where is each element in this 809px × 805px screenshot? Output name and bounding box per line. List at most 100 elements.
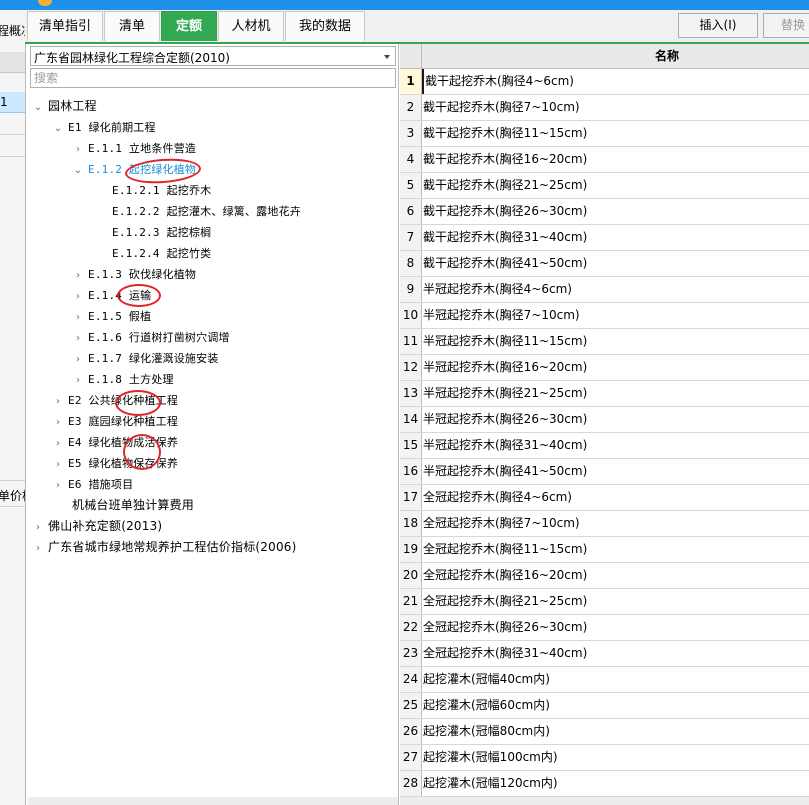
project-overview-label[interactable]: 程概况: [0, 22, 25, 39]
chevron-right-icon[interactable]: ›: [72, 328, 84, 349]
tree-node[interactable]: › E.1.6 行道树打凿树穴调增: [72, 327, 230, 348]
name-cell[interactable]: 半冠起挖乔木(胸径7~10cm): [423, 303, 580, 328]
name-cell[interactable]: 截干起挖乔木(胸径11~15cm): [423, 121, 587, 146]
table-row[interactable]: 23 全冠起挖乔木(胸径31~40cm): [400, 641, 809, 667]
chevron-right-icon[interactable]: ›: [72, 139, 84, 160]
row-number[interactable]: 11: [400, 329, 422, 354]
table-row[interactable]: 20 全冠起挖乔木(胸径16~20cm): [400, 563, 809, 589]
table-row[interactable]: 5 截干起挖乔木(胸径21~25cm): [400, 173, 809, 199]
chevron-right-icon[interactable]: ›: [72, 370, 84, 391]
horizontal-scrollbar[interactable]: [28, 797, 398, 805]
row-number[interactable]: 12: [400, 355, 422, 380]
table-row[interactable]: 28 起挖灌木(冠幅120cm内): [400, 771, 809, 797]
name-cell[interactable]: 半冠起挖乔木(胸径16~20cm): [423, 355, 587, 380]
tree-node[interactable]: E.1.2.1 起挖乔木: [112, 180, 211, 201]
table-row[interactable]: 2 截干起挖乔木(胸径7~10cm): [400, 95, 809, 121]
tree-node[interactable]: › E.1.4 运输: [72, 285, 151, 306]
tree-node[interactable]: › E.1.5 假植: [72, 306, 151, 327]
table-row[interactable]: 26 起挖灌木(冠幅80cm内): [400, 719, 809, 745]
chevron-right-icon[interactable]: ›: [52, 433, 64, 454]
table-row[interactable]: 19 全冠起挖乔木(胸径11~15cm): [400, 537, 809, 563]
table-row[interactable]: 12 半冠起挖乔木(胸径16~20cm): [400, 355, 809, 381]
row-number[interactable]: 16: [400, 459, 422, 484]
table-row[interactable]: 15 半冠起挖乔木(胸径31~40cm): [400, 433, 809, 459]
table-row[interactable]: 21 全冠起挖乔木(胸径21~25cm): [400, 589, 809, 615]
row-number[interactable]: 2: [400, 95, 422, 120]
table-row[interactable]: 11 半冠起挖乔木(胸径11~15cm): [400, 329, 809, 355]
table-row[interactable]: 10 半冠起挖乔木(胸径7~10cm): [400, 303, 809, 329]
tree-node[interactable]: › E5 绿化植物保存保养: [52, 453, 178, 474]
row-number[interactable]: 15: [400, 433, 422, 458]
table-row[interactable]: 7 截干起挖乔木(胸径31~40cm): [400, 225, 809, 251]
tree-node[interactable]: E.1.2.4 起挖竹类: [112, 243, 211, 264]
row-number[interactable]: 9: [400, 277, 422, 302]
name-cell[interactable]: 截干起挖乔木(胸径16~20cm): [423, 147, 587, 172]
name-cell[interactable]: 起挖灌木(冠幅100cm内): [423, 745, 558, 770]
replace-button[interactable]: 替换: [763, 13, 809, 38]
tree-node[interactable]: ⌄ 园林工程: [32, 96, 97, 117]
name-cell[interactable]: 全冠起挖乔木(胸径26~30cm): [423, 615, 587, 640]
table-row[interactable]: 6 截干起挖乔木(胸径26~30cm): [400, 199, 809, 225]
tree-node[interactable]: › E2 公共绿化种植工程: [52, 390, 178, 411]
chevron-right-icon[interactable]: ›: [52, 412, 64, 433]
row-number[interactable]: 8: [400, 251, 422, 276]
name-cell[interactable]: 截干起挖乔木(胸径7~10cm): [423, 95, 580, 120]
table-row[interactable]: 14 半冠起挖乔木(胸径26~30cm): [400, 407, 809, 433]
tree-node[interactable]: › 广东省城市绿地常规养护工程估价指标(2006): [32, 537, 297, 558]
chevron-right-icon[interactable]: ›: [52, 454, 64, 475]
chevron-down-icon[interactable]: [384, 55, 390, 59]
row-number[interactable]: 10: [400, 303, 422, 328]
row-number[interactable]: 22: [400, 615, 422, 640]
row-number[interactable]: 17: [400, 485, 422, 510]
table-row[interactable]: 22 全冠起挖乔木(胸径26~30cm): [400, 615, 809, 641]
tree-node[interactable]: E.1.2.3 起挖棕榈: [112, 222, 211, 243]
name-cell[interactable]: 全冠起挖乔木(胸径7~10cm): [423, 511, 580, 536]
name-cell[interactable]: 全冠起挖乔木(胸径4~6cm): [423, 485, 572, 510]
name-cell[interactable]: 起挖灌木(冠幅120cm内): [423, 771, 558, 796]
search-input[interactable]: [31, 69, 395, 87]
table-row[interactable]: 24 起挖灌木(冠幅40cm内): [400, 667, 809, 693]
row-number[interactable]: 6: [400, 199, 422, 224]
row-number[interactable]: 20: [400, 563, 422, 588]
row-number[interactable]: 7: [400, 225, 422, 250]
row-number[interactable]: 1: [400, 69, 422, 94]
tree-node[interactable]: › E6 措施项目: [52, 474, 133, 495]
name-cell[interactable]: 截干起挖乔木(胸径26~30cm): [423, 199, 587, 224]
tree-node[interactable]: › E.1.1 立地条件营造: [72, 138, 196, 159]
tree-node[interactable]: › E4 绿化植物成活保养: [52, 432, 178, 453]
row-number[interactable]: 18: [400, 511, 422, 536]
row-number[interactable]: 24: [400, 667, 422, 692]
name-cell[interactable]: 截干起挖乔木(胸径41~50cm): [423, 251, 587, 276]
table-row[interactable]: 8 截干起挖乔木(胸径41~50cm): [400, 251, 809, 277]
chevron-right-icon[interactable]: ›: [72, 286, 84, 307]
row-number[interactable]: 21: [400, 589, 422, 614]
name-cell[interactable]: 起挖灌木(冠幅40cm内): [423, 667, 550, 692]
left-selected-row[interactable]: 1: [0, 92, 25, 113]
unit-price-tab-label[interactable]: 单价构: [0, 487, 25, 504]
search-box[interactable]: [30, 68, 396, 88]
chevron-right-icon[interactable]: ›: [32, 517, 44, 538]
table-row[interactable]: 3 截干起挖乔木(胸径11~15cm): [400, 121, 809, 147]
name-cell[interactable]: 全冠起挖乔木(胸径11~15cm): [423, 537, 587, 562]
table-row[interactable]: 9 半冠起挖乔木(胸径4~6cm): [400, 277, 809, 303]
table-row[interactable]: 25 起挖灌木(冠幅60cm内): [400, 693, 809, 719]
chevron-down-icon[interactable]: ⌄: [32, 97, 44, 118]
tree-node[interactable]: › 佛山补充定额(2013): [32, 516, 162, 537]
insert-button[interactable]: 插入(I): [678, 13, 758, 38]
chevron-right-icon[interactable]: ›: [32, 538, 44, 559]
tree-node[interactable]: › E3 庭园绿化种植工程: [52, 411, 178, 432]
name-cell[interactable]: 半冠起挖乔木(胸径31~40cm): [423, 433, 587, 458]
table-row[interactable]: 18 全冠起挖乔木(胸径7~10cm): [400, 511, 809, 537]
tree-node[interactable]: › E.1.7 绿化灌溉设施安装: [72, 348, 219, 369]
name-cell[interactable]: 半冠起挖乔木(胸径11~15cm): [423, 329, 587, 354]
tree-node[interactable]: E.1.2.2 起挖灌木、绿篱、露地花卉: [112, 201, 301, 222]
row-number[interactable]: 4: [400, 147, 422, 172]
tree-node[interactable]: › E.1.8 土方处理: [72, 369, 174, 390]
chevron-right-icon[interactable]: ›: [72, 265, 84, 286]
tree-node[interactable]: ⌄ E1 绿化前期工程: [52, 117, 156, 138]
horizontal-scrollbar[interactable]: [400, 797, 809, 805]
table-row[interactable]: 27 起挖灌木(冠幅100cm内): [400, 745, 809, 771]
chevron-right-icon[interactable]: ›: [52, 391, 64, 412]
chevron-right-icon[interactable]: ›: [72, 307, 84, 328]
tab-bill[interactable]: 清单: [104, 11, 160, 41]
